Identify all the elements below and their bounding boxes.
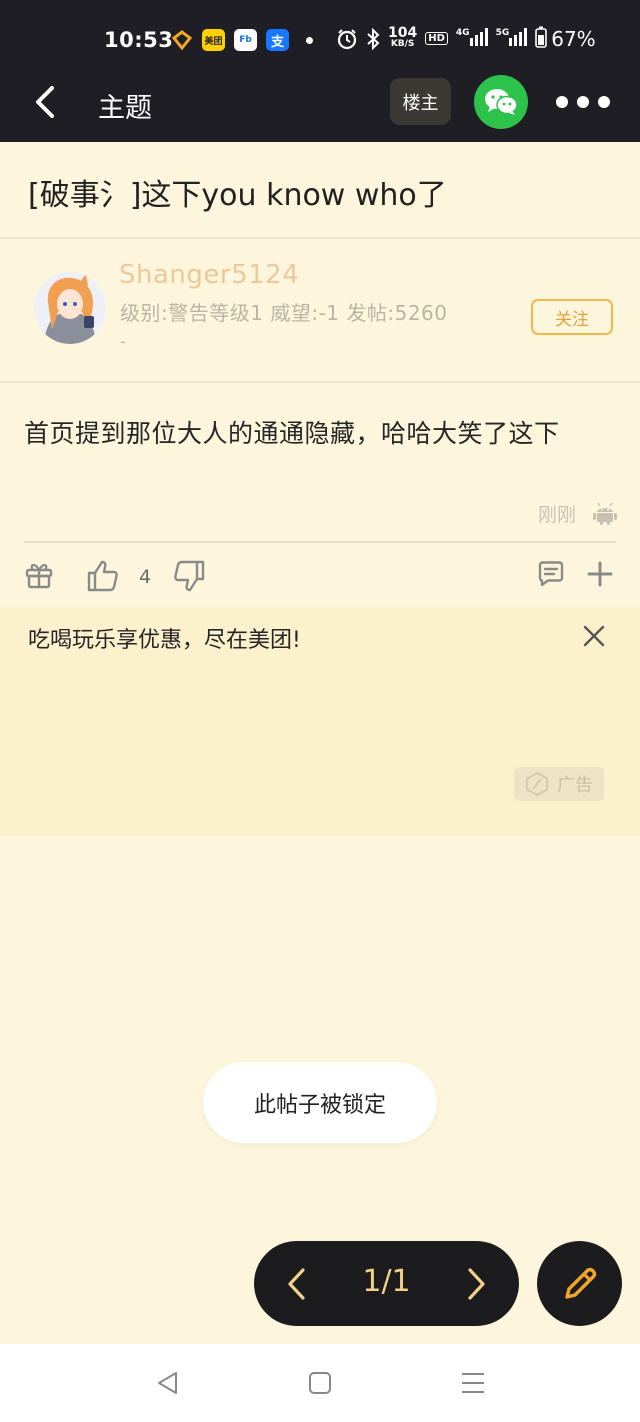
page-title: 主题 [98, 93, 152, 124]
author-extra: - [120, 332, 126, 351]
chevron-left-icon [288, 1268, 305, 1300]
status-indicators: 104 KB/S HD 4G 5G 67% [336, 26, 596, 51]
dislike-button[interactable] [172, 559, 205, 592]
signal-5g-icon: 5G [496, 28, 528, 49]
author-stats: 级别:警告等级1 威望:-1 发帖:5260 [120, 301, 448, 325]
thumbs-up-icon [87, 560, 118, 592]
nav-back-button[interactable] [154, 1369, 182, 1397]
more-dot-icon [598, 96, 610, 108]
huawei-pay-icon [170, 29, 193, 51]
like-button[interactable] [86, 559, 118, 592]
follow-button[interactable]: 关注 [531, 299, 613, 335]
author-divider [0, 381, 640, 383]
reply-button[interactable] [537, 1241, 622, 1326]
status-time: 10:53 [104, 28, 174, 52]
more-dot-icon [577, 96, 589, 108]
net-speed: 104 KB/S [388, 24, 418, 49]
plus-icon [587, 561, 613, 587]
prev-page-button[interactable] [284, 1266, 310, 1302]
like-count: 4 [139, 566, 152, 588]
triangle-back-icon [158, 1372, 177, 1394]
comment-button[interactable] [536, 559, 568, 591]
alarm-icon [337, 28, 357, 49]
title-divider [0, 237, 640, 239]
bluetooth-icon [367, 27, 380, 50]
top-bar [0, 62, 640, 142]
more-options-button[interactable] [556, 94, 612, 110]
gift-icon [25, 564, 53, 589]
battery-icon [535, 26, 548, 51]
alipay-icon: 支 [266, 29, 289, 51]
thumbs-down-icon [174, 560, 205, 592]
gift-button[interactable] [24, 559, 56, 591]
ad-close-button[interactable] [582, 624, 606, 648]
post-time: 刚刚 [538, 504, 577, 526]
author-avatar[interactable] [34, 272, 106, 344]
hd-voice-badge: HD [425, 32, 448, 45]
ad-logo-icon [525, 771, 549, 797]
author-name[interactable]: Shanger5124 [119, 260, 299, 290]
menu-icon [462, 1373, 484, 1393]
notification-dot-icon [306, 36, 313, 44]
more-dot-icon [556, 96, 568, 108]
nav-menu-button[interactable] [459, 1369, 487, 1397]
owner-only-button[interactable]: 楼主 [390, 78, 451, 125]
android-icon [593, 501, 617, 525]
status-app-icons: 美团 Fb 支 [170, 29, 313, 51]
fb-icon: Fb [234, 29, 257, 51]
next-page-button[interactable] [463, 1266, 489, 1302]
content-divider [24, 541, 616, 543]
add-button[interactable] [585, 559, 617, 591]
chevron-left-icon [36, 86, 54, 118]
battery-percent: 67% [551, 26, 596, 51]
locked-toast: 此帖子被锁定 [203, 1062, 437, 1143]
meituan-icon: 美团 [202, 29, 225, 51]
ad-text[interactable]: 吃喝玩乐享优惠，尽在美团! [28, 622, 301, 654]
post-title: [破事氵]这下you know who了 [28, 178, 447, 213]
ad-badge: 广告 [514, 767, 604, 801]
pencil-icon [564, 1267, 596, 1299]
comment-icon [538, 561, 564, 587]
square-home-icon [309, 1372, 331, 1394]
ad-badge-label: 广告 [557, 775, 593, 796]
nav-home-button[interactable] [306, 1369, 334, 1397]
close-icon [583, 625, 605, 647]
wechat-share-button[interactable] [474, 75, 528, 129]
chevron-right-icon [468, 1268, 485, 1300]
wechat-icon [485, 89, 518, 115]
back-button[interactable] [30, 85, 62, 119]
post-content: 首页提到那位大人的通通隐藏，哈哈大笑了这下 [24, 419, 560, 448]
signal-4g-icon: 4G [456, 28, 488, 49]
